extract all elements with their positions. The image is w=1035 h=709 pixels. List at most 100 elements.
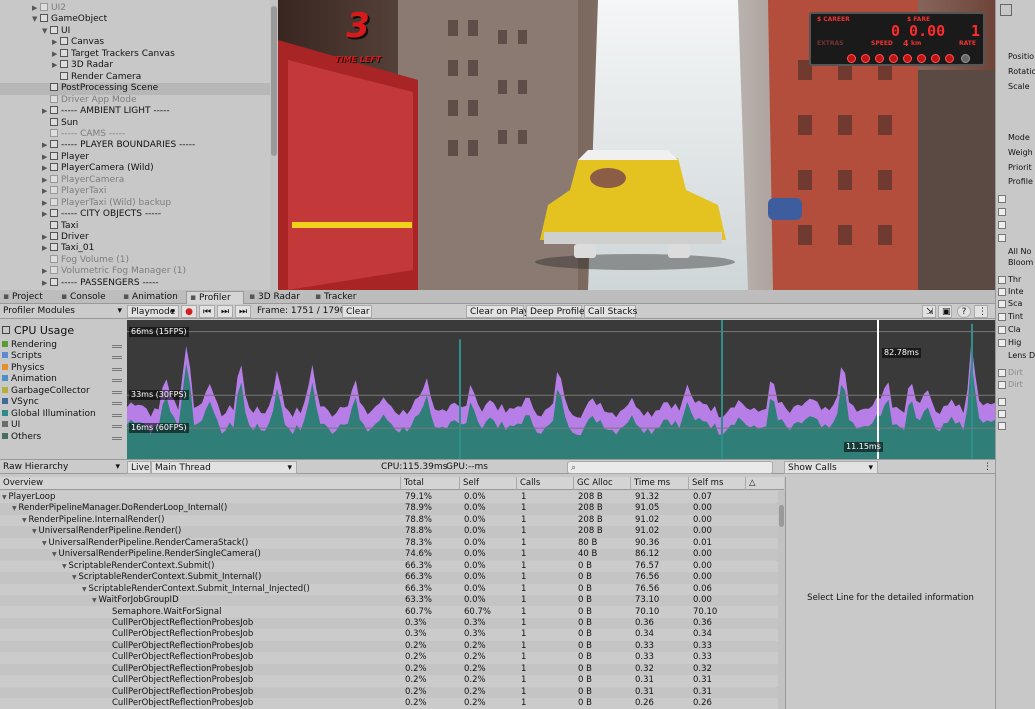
drag-handle-icon[interactable] [112,390,122,394]
load-icon[interactable]: ⇲ [922,305,936,318]
search-input[interactable]: ⌕ [567,461,773,474]
table-row[interactable]: ▼ ScriptableRenderContext.Submit_Interna… [0,572,778,584]
table-row[interactable]: CullPerObjectReflectionProbesJob 0.2% 0.2%… [0,686,778,699]
column-header-total[interactable]: Total [400,477,459,490]
hierarchy-item[interactable]: ▶ Taxi_01 [0,243,270,254]
component-toggle[interactable] [998,208,1006,216]
table-row[interactable]: ▼ UniversalRenderPipeline.RenderSingleCa… [0,549,778,561]
live-toggle[interactable]: Live [127,461,151,474]
column-header-self-ms[interactable]: Self ms [688,477,745,490]
hierarchy-item[interactable]: ▶ Player [0,151,270,163]
hierarchy-item[interactable]: ▶ PlayerCamera (Wild) [0,163,270,174]
table-row[interactable]: ▼ ScriptableRenderContext.Submit_Interna… [0,584,778,595]
expand-right-icon[interactable]: ▶ [42,243,50,254]
cpu-usage-module[interactable]: CPU Usage [0,322,127,340]
hierarchy-item[interactable]: ▶ Canvas [0,37,270,48]
thread-dropdown[interactable]: Main Thread ▾ [151,461,297,474]
hierarchy-item[interactable]: ▶ PlayerCamera [0,174,270,186]
module-others[interactable]: Others [0,432,127,443]
hierarchy-item[interactable]: Render Camera [0,71,270,83]
hierarchy-item[interactable]: Sun [0,117,270,129]
drag-handle-icon[interactable] [112,379,122,383]
drag-handle-icon[interactable] [112,402,122,406]
drag-handle-icon[interactable] [112,367,122,371]
hierarchy-item[interactable]: ----- CAMS ----- [0,128,270,140]
table-scrollbar[interactable] [778,491,785,709]
clear-on-play-button[interactable]: Clear on Play [466,305,529,318]
clear-button[interactable]: Clear [342,305,372,318]
hierarchy-item[interactable]: ▶ Volumetric Fog Manager (1) [0,266,270,277]
expand-right-icon[interactable]: ▶ [52,49,60,60]
expand-right-icon[interactable]: ▶ [42,175,50,186]
current-frame-icon[interactable]: ⏭ [235,305,251,318]
scroll-thumb[interactable] [271,6,277,156]
hierarchy-item[interactable]: Driver App Mode [0,94,270,106]
module-scripts[interactable]: Scripts [0,351,127,362]
hierarchy-item[interactable]: ▼ GameObject [0,14,270,25]
save-icon[interactable]: ▣ [938,305,952,318]
drag-handle-icon[interactable] [112,345,122,348]
component-toggle[interactable] [998,422,1006,430]
module-animation[interactable]: Animation [0,374,127,385]
menu-icon[interactable]: ⋮ [980,461,992,474]
inspector-checkbox[interactable] [998,276,1006,284]
expand-right-icon[interactable]: ▶ [42,278,50,289]
tab-project[interactable]: ▪ Project [0,291,56,304]
view-dropdown[interactable]: Raw Hierarchy ▾ [0,461,124,474]
warning-icon[interactable]: △ [745,477,784,490]
next-frame-icon[interactable]: ⏭ [217,305,233,318]
call-stacks-button[interactable]: Call Stacks [584,305,637,318]
component-toggle[interactable] [998,221,1006,229]
component-toggle[interactable] [998,398,1006,406]
inspector-checkbox[interactable] [998,288,1006,296]
cpu-usage-chart[interactable]: 66ms (15FPS) 33ms (30FPS) 16ms (60FPS) 82.7… [127,320,995,459]
module-vsync[interactable]: VSync [0,397,127,408]
table-row[interactable]: ▼ RenderPipelineManager.DoRenderLoop_Int… [0,503,778,515]
tab-tracker[interactable]: ▪ Tracker [312,291,368,304]
table-row[interactable]: CullPerObjectReflectionProbesJob 0.3% 0.3%… [0,629,778,640]
inspector-checkbox[interactable] [998,300,1006,308]
hierarchy-item[interactable]: PostProcessing Scene [0,83,270,95]
table-row[interactable]: ▼ PlayerLoop 79.1% 0.0% 1 208 B 91.32 0.07 [0,492,778,503]
hierarchy-item[interactable]: ▶ ----- AMBIENT LIGHT ----- [0,106,270,117]
expand-right-icon[interactable]: ▶ [42,140,50,151]
column-header-time-ms[interactable]: Time ms [630,477,688,490]
profiler-modules-dropdown[interactable]: Profiler Modules ▾ [0,305,126,318]
target-dropdown[interactable]: Playmode ▾ [127,305,179,318]
expand-down-icon[interactable]: ▼ [42,26,50,37]
hierarchy-item[interactable]: ▶ Driver [0,232,270,243]
hierarchy-item[interactable]: ▶ PlayerTaxi (Wild) backup [0,197,270,209]
module-physics[interactable]: Physics [0,363,127,374]
drag-handle-icon[interactable] [112,425,122,429]
table-row[interactable]: ▼ UniversalRenderPipeline.RenderCameraSt… [0,538,778,549]
table-row[interactable]: CullPerObjectReflectionProbesJob 0.2% 0.2%… [0,652,778,663]
table-row[interactable]: CullPerObjectReflectionProbesJob 0.2% 0.2%… [0,640,778,653]
table-row[interactable]: ▼ RenderPipeline.InternalRender() 78.8% 0.… [0,515,778,526]
column-header-calls[interactable]: Calls [516,477,573,490]
hierarchy-item[interactable]: Fog Volume (1) [0,254,270,266]
hierarchy-item[interactable]: ▶ PlayerTaxi [0,186,270,197]
expand-right-icon[interactable]: ▶ [42,163,50,174]
component-toggle[interactable] [998,234,1006,242]
table-row[interactable]: CullPerObjectReflectionProbesJob 0.2% 0.2%… [0,675,778,686]
module-rendering[interactable]: Rendering [0,340,127,351]
inspector-checkbox[interactable] [998,381,1006,389]
table-row[interactable]: CullPerObjectReflectionProbesJob 0.2% 0.2%… [0,663,778,676]
tab-animation[interactable]: ▪ Animation [120,291,184,304]
table-row[interactable]: Semaphore.WaitForSignal 60.7% 60.7% 1 0 B 70.… [0,607,778,618]
record-icon[interactable]: ● [181,305,197,318]
component-toggle[interactable] [998,410,1006,418]
expand-right-icon[interactable]: ▶ [42,209,50,220]
hierarchy-item[interactable]: ▶ UI2 [0,3,270,14]
inspector-checkbox[interactable] [998,369,1006,377]
table-row[interactable]: CullPerObjectReflectionProbesJob 0.3% 0.3%… [0,617,778,630]
drag-handle-icon[interactable] [112,436,122,440]
hierarchy-item[interactable]: ▶ ----- CITY OBJECTS ----- [0,209,270,220]
hierarchy-item[interactable]: ▶ 3D Radar [0,60,270,71]
expand-down-icon[interactable]: ▼ [32,14,40,25]
expand-right-icon[interactable]: ▶ [52,37,60,48]
tab-3d-radar[interactable]: ▪ 3D Radar [246,291,310,304]
drag-handle-icon[interactable] [112,413,122,417]
module-garbagecollector[interactable]: GarbageCollector [0,386,127,397]
expand-right-icon[interactable]: ▶ [42,232,50,243]
